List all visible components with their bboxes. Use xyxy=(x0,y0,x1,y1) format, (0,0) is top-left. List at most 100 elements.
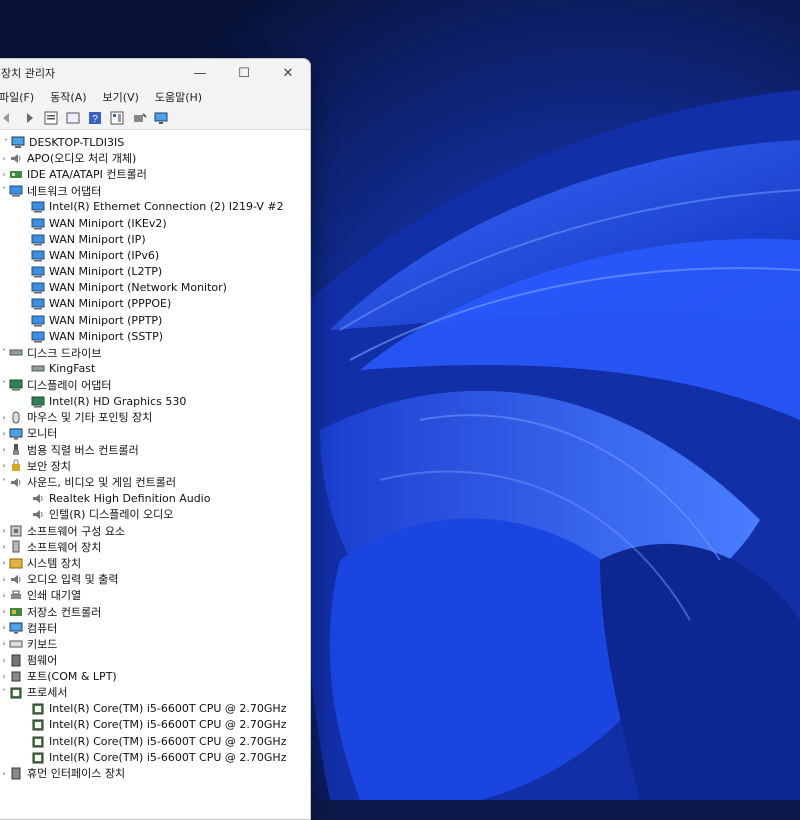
monitor-icon[interactable] xyxy=(153,110,169,126)
tree-device[interactable]: Intel(R) Core(TM) i5-6600T CPU @ 2.70GHz xyxy=(0,749,310,765)
tree-category[interactable]: ˅ 프로세서 xyxy=(0,684,310,700)
tree-category[interactable]: › 모니터 xyxy=(0,425,310,441)
firmware-icon xyxy=(9,654,23,667)
tree-category[interactable]: › 오디오 입력 및 출력 xyxy=(0,571,310,587)
port-icon xyxy=(9,670,23,683)
close-button[interactable]: ✕ xyxy=(266,59,310,87)
processor-icon xyxy=(31,718,45,731)
tree-item-label: WAN Miniport (Network Monitor) xyxy=(49,281,227,295)
title-bar[interactable]: 장치 관리자 — ☐ ✕ xyxy=(0,59,310,87)
forward-icon[interactable] xyxy=(21,110,37,126)
properties-icon[interactable] xyxy=(43,110,59,126)
tree-category[interactable]: › 시스템 장치 xyxy=(0,555,310,571)
tree-category[interactable]: › 인쇄 대기열 xyxy=(0,587,310,603)
collapse-chevron-icon[interactable]: ˅ xyxy=(0,688,9,697)
device-tree[interactable]: ˅ DESKTOP-TLDI3IS › APO(오디오 처리 개체) › IDE ATA/… xyxy=(0,134,310,819)
expand-chevron-icon[interactable]: › xyxy=(0,170,9,179)
svg-text:?: ? xyxy=(92,114,98,125)
tree-category[interactable]: › 휴먼 인터페이스 장치 xyxy=(0,765,310,781)
tree-device[interactable]: KingFast xyxy=(0,361,310,377)
tree-category[interactable]: › 펌웨어 xyxy=(0,652,310,668)
tree-category[interactable]: ˅ 디스플레이 어댑터 xyxy=(0,377,310,393)
menu-help[interactable]: 도움말(H) xyxy=(147,89,210,105)
tree-device[interactable]: Realtek High Definition Audio xyxy=(0,490,310,506)
tree-device[interactable]: WAN Miniport (PPTP) xyxy=(0,312,310,328)
tree-category[interactable]: ˅ 디스크 드라이브 xyxy=(0,344,310,360)
expand-chevron-icon[interactable]: › xyxy=(0,558,9,567)
tree-category[interactable]: › IDE ATA/ATAPI 컨트롤러 xyxy=(0,166,310,182)
tree-category[interactable]: › 포트(COM & LPT) xyxy=(0,668,310,684)
tree-category[interactable]: › 키보드 xyxy=(0,636,310,652)
collapse-chevron-icon[interactable]: ˅ xyxy=(0,380,9,389)
speaker-icon xyxy=(31,492,45,505)
collapse-chevron-icon[interactable]: ˅ xyxy=(1,138,11,147)
tree-device[interactable]: WAN Miniport (Network Monitor) xyxy=(0,280,310,296)
tree-device[interactable]: WAN Miniport (IP) xyxy=(0,231,310,247)
tree-device[interactable]: WAN Miniport (L2TP) xyxy=(0,264,310,280)
expand-chevron-icon[interactable]: › xyxy=(0,445,9,454)
expand-chevron-icon[interactable]: › xyxy=(0,429,9,438)
tree-item-label: APO(오디오 처리 개체) xyxy=(27,152,137,166)
expand-chevron-icon[interactable]: › xyxy=(0,591,9,600)
tree-category[interactable]: › 저장소 컨트롤러 xyxy=(0,603,310,619)
tree-category[interactable]: ˅ 네트워크 어댑터 xyxy=(0,183,310,199)
minimize-button[interactable]: — xyxy=(178,59,222,87)
tree-category[interactable]: › 컴퓨터 xyxy=(0,620,310,636)
tree-category[interactable]: › 소프트웨어 구성 요소 xyxy=(0,523,310,539)
tree-device[interactable]: Intel(R) Core(TM) i5-6600T CPU @ 2.70GHz xyxy=(0,733,310,749)
tree-category[interactable]: › 소프트웨어 장치 xyxy=(0,539,310,555)
expand-chevron-icon[interactable]: › xyxy=(0,639,9,648)
menu-action[interactable]: 동작(A) xyxy=(42,89,94,105)
show-hide-icon[interactable] xyxy=(65,110,81,126)
system-folder-icon xyxy=(9,556,23,569)
tree-device[interactable]: Intel(R) HD Graphics 530 xyxy=(0,393,310,409)
tree-device[interactable]: Intel(R) Ethernet Connection (2) I219-V … xyxy=(0,199,310,215)
window-title: 장치 관리자 xyxy=(1,67,56,80)
tree-category[interactable]: › 범용 직렬 버스 컨트롤러 xyxy=(0,442,310,458)
collapse-chevron-icon[interactable]: ˅ xyxy=(0,348,9,357)
tree-category[interactable]: › 마우스 및 기타 포인팅 장치 xyxy=(0,409,310,425)
speaker-icon xyxy=(9,476,23,489)
tree-item-label: WAN Miniport (L2TP) xyxy=(49,265,163,279)
collapse-chevron-icon[interactable]: ˅ xyxy=(0,478,9,487)
display-adapter-icon xyxy=(31,395,45,408)
menu-view[interactable]: 보기(V) xyxy=(95,89,147,105)
tree-item-label: 사운드, 비디오 및 게임 컨트롤러 xyxy=(27,476,177,490)
tree-device[interactable]: WAN Miniport (SSTP) xyxy=(0,328,310,344)
expand-chevron-icon[interactable]: › xyxy=(0,672,9,681)
tree-device[interactable]: WAN Miniport (IPv6) xyxy=(0,247,310,263)
help-icon[interactable]: ? xyxy=(87,110,103,126)
tree-device[interactable]: Intel(R) Core(TM) i5-6600T CPU @ 2.70GHz xyxy=(0,717,310,733)
computer-icon xyxy=(11,136,25,149)
expand-chevron-icon[interactable]: › xyxy=(0,607,9,616)
tree-device[interactable]: WAN Miniport (PPPOE) xyxy=(0,296,310,312)
expand-chevron-icon[interactable]: › xyxy=(0,656,9,665)
tree-device[interactable]: WAN Miniport (IKEv2) xyxy=(0,215,310,231)
device-manager-window[interactable]: 장치 관리자 — ☐ ✕ 파일(F) 동작(A) 보기(V) 도움말(H) ? … xyxy=(0,58,311,820)
scan-hardware-icon[interactable] xyxy=(131,110,147,126)
tree-device[interactable]: 인텔(R) 디스플레이 오디오 xyxy=(0,506,310,522)
expand-chevron-icon[interactable]: › xyxy=(0,575,9,584)
back-icon[interactable] xyxy=(0,110,15,126)
menu-file[interactable]: 파일(F) xyxy=(0,89,42,105)
maximize-button[interactable]: ☐ xyxy=(222,59,266,87)
tree-category[interactable]: › 보안 장치 xyxy=(0,458,310,474)
tree-root[interactable]: ˅ DESKTOP-TLDI3IS xyxy=(0,134,310,150)
tree-item-label: Intel(R) Core(TM) i5-6600T CPU @ 2.70GHz xyxy=(49,734,287,748)
tree-category[interactable]: ˅ 사운드, 비디오 및 게임 컨트롤러 xyxy=(0,474,310,490)
expand-chevron-icon[interactable]: › xyxy=(0,526,9,535)
expand-chevron-icon[interactable]: › xyxy=(0,413,9,422)
expand-chevron-icon[interactable]: › xyxy=(0,623,9,632)
details-icon[interactable] xyxy=(109,110,125,126)
tree-item-label: 포트(COM & LPT) xyxy=(27,670,117,684)
expand-chevron-icon[interactable]: › xyxy=(0,542,9,551)
tree-category[interactable]: › APO(오디오 처리 개체) xyxy=(0,150,310,166)
speaker-icon xyxy=(9,573,23,586)
expand-chevron-icon[interactable]: › xyxy=(0,769,9,778)
tree-item-label: 소프트웨어 구성 요소 xyxy=(27,524,126,538)
tree-device[interactable]: Intel(R) Core(TM) i5-6600T CPU @ 2.70GHz xyxy=(0,701,310,717)
collapse-chevron-icon[interactable]: ˅ xyxy=(0,186,9,195)
expand-chevron-icon[interactable]: › xyxy=(0,154,9,163)
tree-item-label: WAN Miniport (IPv6) xyxy=(49,248,160,262)
expand-chevron-icon[interactable]: › xyxy=(0,461,9,470)
